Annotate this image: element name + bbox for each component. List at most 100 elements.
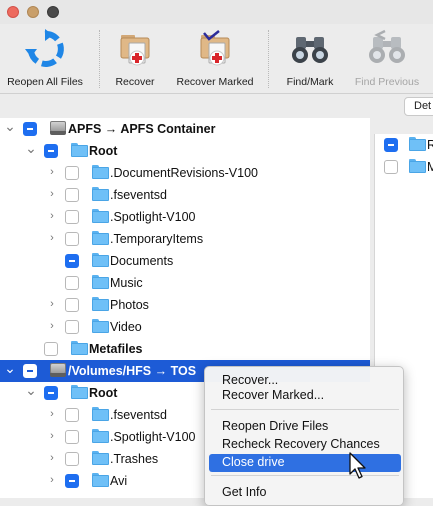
- detail-view-button[interactable]: Det: [404, 97, 433, 116]
- tree-row[interactable]: › .fseventsd: [0, 184, 370, 206]
- minimize-window-button[interactable]: [27, 6, 39, 18]
- folder-icon: [92, 297, 109, 311]
- tree-item-label: Music: [110, 276, 143, 290]
- tree-row[interactable]: › .Spotlight-V100: [0, 206, 370, 228]
- disclosure-expanded-icon[interactable]: ⌄: [4, 360, 16, 377]
- disclosure-collapsed-icon[interactable]: ›: [46, 320, 58, 332]
- folder-icon: [92, 187, 109, 201]
- mark-checkbox[interactable]: [65, 276, 79, 290]
- tree-row[interactable]: Documents: [0, 250, 370, 272]
- mark-checkbox[interactable]: [65, 210, 79, 224]
- list-item[interactable]: M: [375, 156, 433, 178]
- folder-icon: [409, 159, 426, 173]
- list-item[interactable]: R: [375, 134, 433, 156]
- folder-icon: [92, 209, 109, 223]
- toolbar: Reopen All Files Recover Recover Marked …: [0, 24, 433, 94]
- disclosure-collapsed-icon[interactable]: ›: [46, 232, 58, 244]
- close-window-button[interactable]: [7, 6, 19, 18]
- mark-checkbox[interactable]: [65, 166, 79, 180]
- menu-item-recover-marked[interactable]: Recover Marked...: [209, 387, 401, 405]
- mark-checkbox[interactable]: [65, 452, 79, 466]
- tree-row[interactable]: ⌄ Root: [0, 140, 370, 162]
- tree-row[interactable]: Music: [0, 272, 370, 294]
- mouse-cursor-icon: [349, 452, 366, 479]
- menu-separator: [211, 475, 399, 476]
- mark-checkbox[interactable]: [65, 408, 79, 422]
- mark-checkbox[interactable]: [65, 474, 79, 488]
- tree-item-label: .Trashes: [110, 452, 159, 466]
- mark-checkbox[interactable]: [65, 430, 79, 444]
- mark-checkbox[interactable]: [65, 320, 79, 334]
- disclosure-collapsed-icon[interactable]: ›: [46, 452, 58, 464]
- recover-label: Recover: [115, 76, 155, 88]
- disclosure-collapsed-icon[interactable]: ›: [46, 408, 58, 420]
- list-item-label: R: [427, 138, 433, 152]
- find-mark-button[interactable]: Find/Mark: [282, 24, 338, 94]
- menu-separator: [211, 409, 399, 410]
- mark-checkbox[interactable]: [65, 298, 79, 312]
- mark-checkbox[interactable]: [384, 138, 398, 152]
- folder-icon: [92, 451, 109, 465]
- reopen-arrows-icon: [23, 29, 67, 69]
- binoculars-icon: [288, 29, 332, 69]
- menu-item-close-drive[interactable]: Close drive: [209, 454, 401, 472]
- toolbar-separator: [268, 30, 269, 88]
- folder-icon: [92, 429, 109, 443]
- reopen-all-files-button[interactable]: Reopen All Files: [4, 24, 86, 94]
- disclosure-expanded-icon[interactable]: ⌄: [25, 382, 37, 399]
- folder-icon: [92, 319, 109, 333]
- view-strip: Det: [0, 94, 433, 118]
- recover-button[interactable]: Recover: [110, 24, 160, 94]
- disclosure-expanded-icon[interactable]: ⌄: [25, 140, 37, 157]
- menu-item-reopen-drive-files[interactable]: Reopen Drive Files: [209, 418, 401, 436]
- tree-row[interactable]: › Photos: [0, 294, 370, 316]
- recover-marked-button[interactable]: Recover Marked: [172, 24, 258, 94]
- binoculars-back-icon: [365, 29, 409, 69]
- folder-icon: [92, 473, 109, 487]
- zoom-window-button[interactable]: [47, 6, 59, 18]
- find-previous-label: Find Previous: [354, 76, 420, 88]
- mark-checkbox[interactable]: [23, 364, 37, 378]
- tree-row[interactable]: ⌄ APFS → APFS Container: [0, 118, 370, 140]
- recover-marked-icon: [193, 29, 237, 69]
- folder-icon: [92, 253, 109, 267]
- folder-icon: [92, 275, 109, 289]
- tree-row[interactable]: › .DocumentRevisions-V100: [0, 162, 370, 184]
- tree-item-label: APFS → APFS Container: [68, 122, 216, 136]
- tree-item-label: Avi: [110, 474, 128, 488]
- tree-item-label: Root: [89, 386, 118, 400]
- menu-item-recheck-recovery-chances[interactable]: Recheck Recovery Chances: [209, 436, 401, 454]
- folder-icon: [92, 231, 109, 245]
- disclosure-collapsed-icon[interactable]: ›: [46, 188, 58, 200]
- disclosure-collapsed-icon[interactable]: ›: [46, 474, 58, 486]
- disclosure-collapsed-icon[interactable]: ›: [46, 210, 58, 222]
- mark-checkbox[interactable]: [44, 386, 58, 400]
- tree-item-label: .Spotlight-V100: [110, 430, 196, 444]
- tree-item-label: .fseventsd: [110, 188, 167, 202]
- folder-icon: [71, 341, 88, 355]
- mark-checkbox[interactable]: [65, 254, 79, 268]
- tree-item-label: Root: [89, 144, 118, 158]
- mark-checkbox[interactable]: [65, 188, 79, 202]
- mark-checkbox[interactable]: [23, 122, 37, 136]
- tree-row[interactable]: › Video: [0, 316, 370, 338]
- title-bar: [0, 0, 433, 24]
- tree-row[interactable]: › .TemporaryItems: [0, 228, 370, 250]
- folder-icon: [92, 165, 109, 179]
- tree-item-label: Metafiles: [89, 342, 143, 356]
- hard-disk-icon: [50, 362, 66, 378]
- disclosure-expanded-icon[interactable]: ⌄: [4, 118, 16, 135]
- context-menu: Recover... Recover Marked... Reopen Drive …: [204, 366, 404, 506]
- menu-item-get-info[interactable]: Get Info: [209, 484, 401, 502]
- mark-checkbox[interactable]: [65, 232, 79, 246]
- tree-item-label: Video: [110, 320, 142, 334]
- tree-row[interactable]: Metafiles: [0, 338, 370, 360]
- hard-disk-icon: [50, 120, 66, 136]
- mark-checkbox[interactable]: [44, 144, 58, 158]
- mark-checkbox[interactable]: [384, 160, 398, 174]
- mark-checkbox[interactable]: [44, 342, 58, 356]
- disclosure-collapsed-icon[interactable]: ›: [46, 298, 58, 310]
- disclosure-collapsed-icon[interactable]: ›: [46, 166, 58, 178]
- find-previous-button[interactable]: Find Previous: [350, 24, 424, 94]
- disclosure-collapsed-icon[interactable]: ›: [46, 430, 58, 442]
